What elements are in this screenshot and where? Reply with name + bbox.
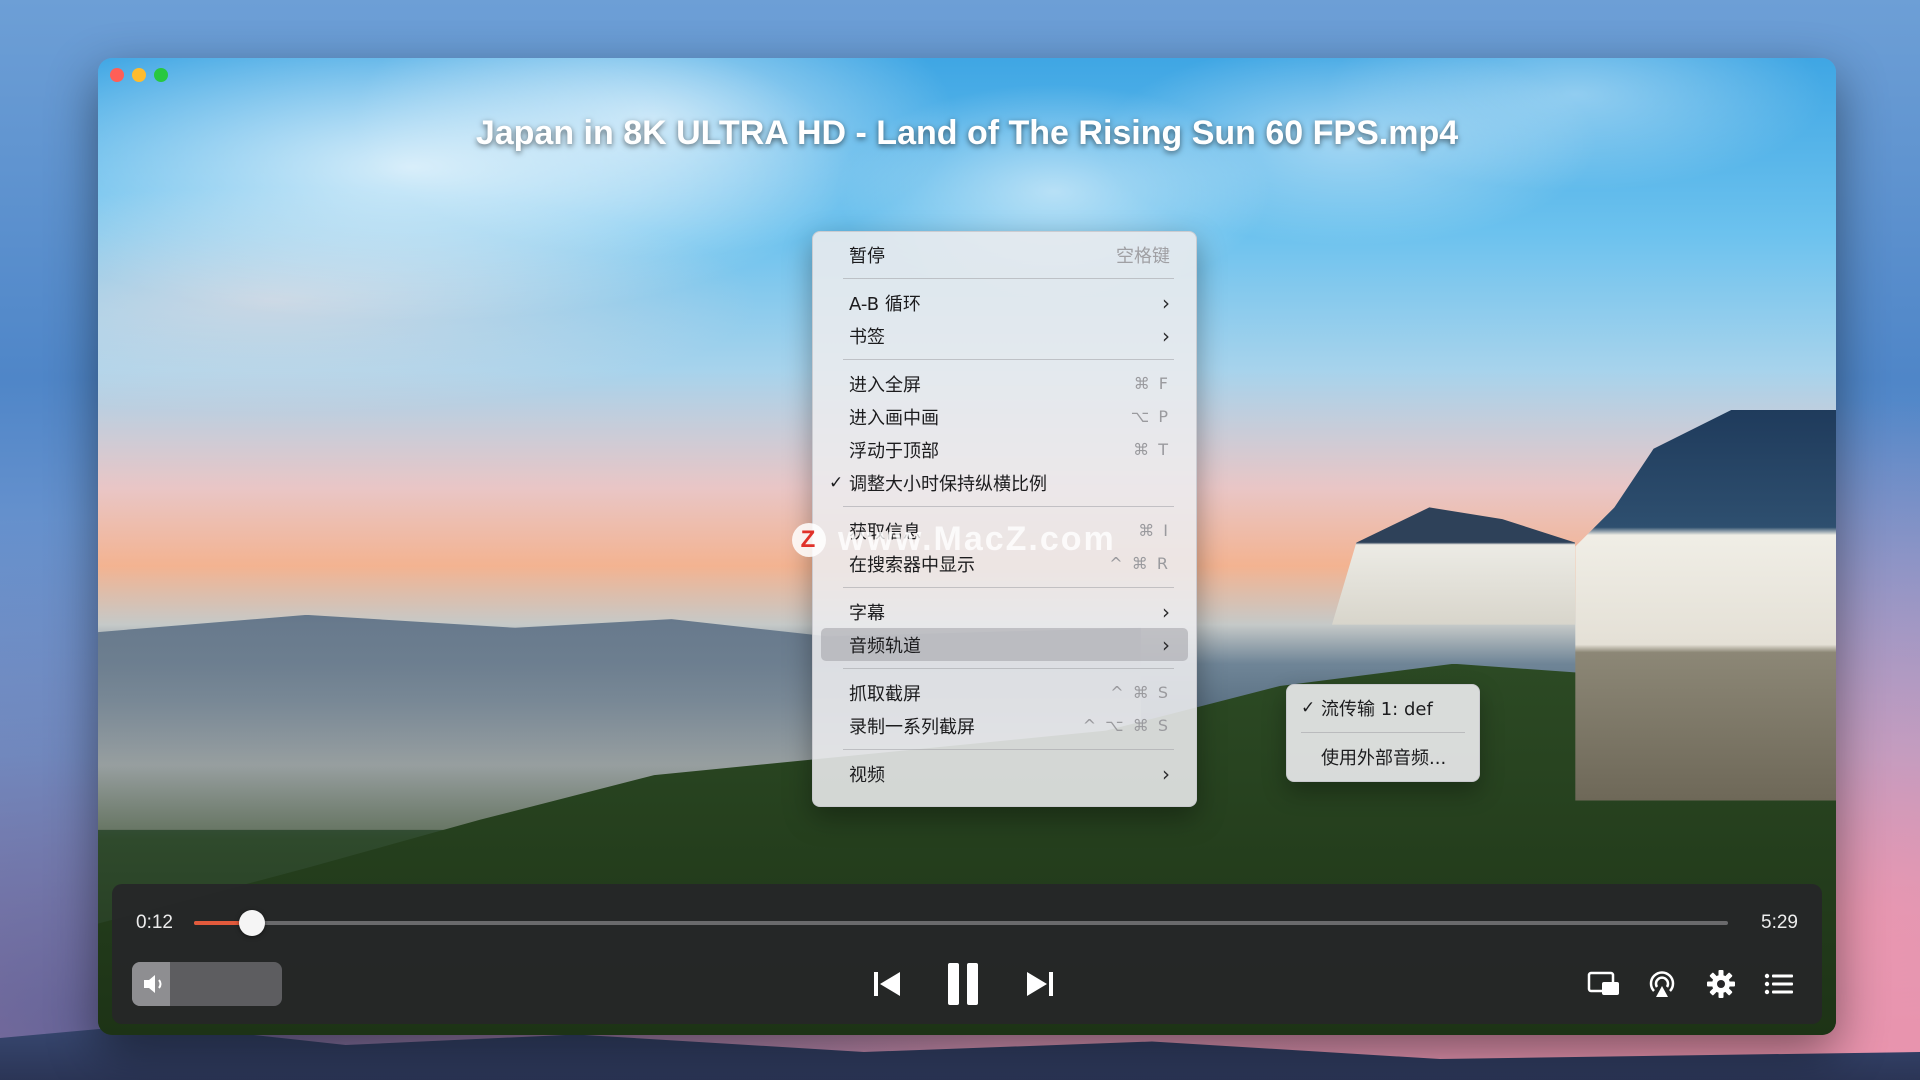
menu-item-shortcut: ^ ⌥ ⌘ S: [1082, 716, 1170, 735]
previous-button[interactable]: [867, 964, 907, 1004]
menu-item-label: 书签: [849, 326, 885, 348]
pause-button[interactable]: [938, 958, 988, 1010]
menu-item-screenshot[interactable]: 抓取截屏 ^ ⌘ S: [821, 676, 1188, 709]
menu-item-keep-aspect[interactable]: ✓ 调整大小时保持纵横比例: [821, 466, 1188, 499]
audio-track-submenu: ✓ 流传输 1: def 使用外部音频...: [1286, 684, 1480, 782]
menu-item-label: 录制一系列截屏: [849, 716, 975, 738]
menu-item-shortcut: ⌘ F: [1133, 374, 1170, 393]
menu-item-label: 进入画中画: [849, 407, 939, 429]
menu-item-screenshot-series[interactable]: 录制一系列截屏 ^ ⌥ ⌘ S: [821, 709, 1188, 742]
menu-separator: [843, 278, 1174, 279]
menu-item-label: 进入全屏: [849, 374, 921, 396]
airplay-icon: [1649, 971, 1675, 997]
context-menu: 暂停 空格键 A-B 循环 › 书签 › 进入全屏 ⌘ F 进入画中画 ⌥ P …: [812, 231, 1197, 807]
chevron-right-icon: ›: [1162, 632, 1170, 657]
menu-item-label: 使用外部音频...: [1321, 748, 1447, 769]
submenu-item-stream-1[interactable]: ✓ 流传输 1: def: [1293, 691, 1473, 725]
list-icon: [1764, 973, 1793, 995]
settings-button[interactable]: [1701, 964, 1741, 1004]
pip-icon: [1587, 971, 1619, 995]
menu-item-label: 调整大小时保持纵横比例: [849, 473, 1047, 495]
next-button[interactable]: [1020, 964, 1060, 1004]
menu-separator: [843, 587, 1174, 588]
pause-icon: [948, 963, 978, 1005]
menu-item-shortcut: ^ ⌘ R: [1109, 554, 1170, 573]
checkmark-icon: ✓: [1301, 698, 1316, 718]
zoom-button[interactable]: [154, 68, 168, 82]
minimize-button[interactable]: [132, 68, 146, 82]
chevron-right-icon: ›: [1162, 761, 1170, 786]
close-button[interactable]: [110, 68, 124, 82]
menu-item-pip[interactable]: 进入画中画 ⌥ P: [821, 400, 1188, 433]
gear-icon: [1707, 970, 1735, 998]
menu-item-label: 暂停: [849, 245, 885, 267]
menu-item-label: 字幕: [849, 602, 885, 624]
menu-item-pause[interactable]: 暂停 空格键: [821, 238, 1188, 271]
menu-separator: [1301, 732, 1465, 733]
checkmark-icon: ✓: [829, 472, 844, 493]
menu-item-subtitles[interactable]: 字幕 ›: [821, 595, 1188, 628]
menu-item-shortcut: ⌥ P: [1130, 407, 1170, 426]
menu-item-bookmarks[interactable]: 书签 ›: [821, 319, 1188, 352]
menu-item-fullscreen[interactable]: 进入全屏 ⌘ F: [821, 367, 1188, 400]
progress-knob[interactable]: [239, 910, 266, 936]
menu-item-label: 浮动于顶部: [849, 440, 939, 462]
menu-item-ab-loop[interactable]: A-B 循环 ›: [821, 286, 1188, 319]
menu-item-label: 获取信息: [849, 521, 921, 543]
current-time: 0:12: [136, 912, 173, 933]
menu-separator: [843, 668, 1174, 669]
skip-forward-icon: [1027, 972, 1053, 996]
chevron-right-icon: ›: [1162, 599, 1170, 624]
menu-item-shortcut: 空格键: [1116, 245, 1170, 267]
menu-item-float-on-top[interactable]: 浮动于顶部 ⌘ T: [821, 433, 1188, 466]
pip-button[interactable]: [1584, 964, 1624, 1004]
video-title: Japan in 8K ULTRA HD - Land of The Risin…: [475, 114, 1459, 152]
menu-item-shortcut: ⌘ I: [1138, 521, 1170, 540]
speaker-icon: [144, 975, 162, 993]
menu-item-label: 流传输 1: def: [1321, 699, 1433, 720]
menu-item-shortcut: ^ ⌘ S: [1110, 683, 1170, 702]
menu-item-label: 视频: [849, 764, 885, 786]
playlist-button[interactable]: [1759, 964, 1799, 1004]
control-bar: 0:12 5:29: [112, 884, 1822, 1024]
menu-item-get-info[interactable]: 获取信息 ⌘ I: [821, 514, 1188, 547]
airplay-button[interactable]: [1642, 964, 1682, 1004]
menu-item-video[interactable]: 视频 ›: [821, 757, 1188, 790]
menu-item-label: A-B 循环: [849, 293, 921, 315]
menu-separator: [843, 359, 1174, 360]
menu-item-shortcut: ⌘ T: [1133, 440, 1170, 459]
menu-item-label: 音频轨道: [849, 635, 921, 657]
window-controls: [110, 68, 168, 82]
submenu-item-external-audio[interactable]: 使用外部音频...: [1293, 740, 1473, 774]
menu-item-audio-track[interactable]: 音频轨道 ›: [821, 628, 1188, 661]
progress-slider[interactable]: [194, 910, 1728, 936]
menu-item-show-in-finder[interactable]: 在搜索器中显示 ^ ⌘ R: [821, 547, 1188, 580]
menu-separator: [843, 506, 1174, 507]
skip-back-icon: [874, 972, 900, 996]
volume-slider[interactable]: [132, 962, 282, 1006]
chevron-right-icon: ›: [1162, 290, 1170, 315]
duration: 5:29: [1761, 912, 1798, 933]
chevron-right-icon: ›: [1162, 323, 1170, 348]
menu-separator: [843, 749, 1174, 750]
menu-item-label: 在搜索器中显示: [849, 554, 975, 576]
menu-item-label: 抓取截屏: [849, 683, 921, 705]
